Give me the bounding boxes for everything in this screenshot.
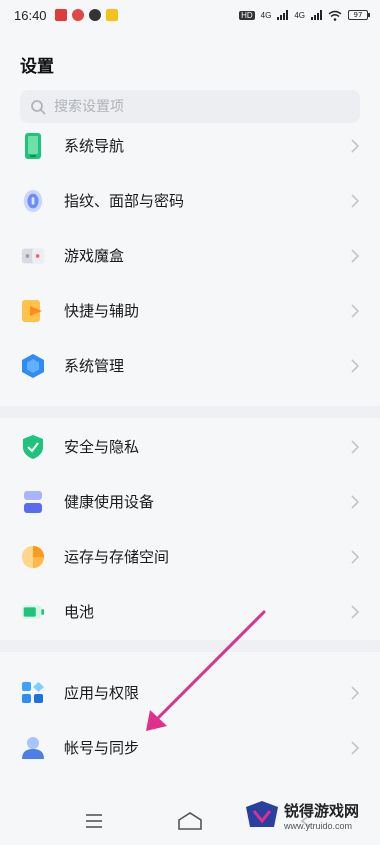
shield-icon xyxy=(21,434,45,459)
setting-label: 运存与存储空间 xyxy=(64,548,170,566)
setting-item-system[interactable]: 系统管理 xyxy=(0,338,380,393)
section-divider xyxy=(0,406,380,418)
network-4g-label-1: 4G xyxy=(260,10,272,20)
gamepad-icon xyxy=(21,244,45,268)
setting-label: 安全与隐私 xyxy=(64,438,140,456)
setting-label: 游戏魔盒 xyxy=(64,247,125,265)
status-right: HD 4G 4G 97 xyxy=(239,10,370,21)
app-icon xyxy=(71,9,84,21)
setting-label: 应用与权限 xyxy=(64,684,140,702)
setting-item-health[interactable]: 健康使用设备 xyxy=(0,474,380,529)
menu-icon[interactable] xyxy=(80,809,108,833)
signal-icon xyxy=(277,10,289,20)
search-input[interactable] xyxy=(54,98,344,115)
battery-indicator: 97 xyxy=(348,10,370,20)
battery-icon xyxy=(21,600,45,624)
setting-item-storage[interactable]: 运存与存储空间 xyxy=(0,529,380,584)
setting-label: 系统导航 xyxy=(64,137,125,155)
apps-grid-icon xyxy=(21,681,45,705)
page-title: 设置 xyxy=(20,57,54,77)
chevron-right-icon xyxy=(351,439,360,454)
signal-icon-2 xyxy=(311,10,322,20)
search-icon xyxy=(31,99,46,114)
chevron-right-icon xyxy=(351,248,360,263)
chevron-right-icon xyxy=(351,494,360,509)
setting-label: 健康使用设备 xyxy=(64,493,155,511)
watermark-url: www.ytruido.com xyxy=(284,820,353,831)
setting-item-apps[interactable]: 应用与权限 xyxy=(0,665,380,720)
chevron-right-icon xyxy=(351,685,360,700)
fingerprint-icon xyxy=(21,189,45,213)
hd-label: HD xyxy=(239,10,255,20)
compass-icon xyxy=(88,9,101,21)
status-time: 16:40 xyxy=(14,7,47,23)
chevron-right-icon xyxy=(351,303,360,318)
chevron-right-icon xyxy=(351,358,360,373)
setting-label: 电池 xyxy=(64,603,95,621)
person-icon xyxy=(21,736,45,760)
chevron-right-icon xyxy=(351,604,360,619)
setting-label: 帐号与同步 xyxy=(64,739,140,757)
home-icon[interactable] xyxy=(176,809,204,833)
setting-item-battery[interactable]: 电池 xyxy=(0,584,380,639)
watermark-logo-icon xyxy=(246,801,278,827)
setting-item-account[interactable]: 帐号与同步 xyxy=(0,720,380,775)
phone-nav-icon xyxy=(21,132,45,159)
section-divider xyxy=(0,640,380,652)
wifi-icon xyxy=(328,10,342,21)
setting-item-shortcut[interactable]: 快捷与辅助 xyxy=(0,283,380,338)
pie-icon xyxy=(21,545,45,569)
setting-label: 系统管理 xyxy=(64,357,125,375)
notification-icons xyxy=(54,9,118,21)
mail-icon xyxy=(54,9,67,21)
setting-label: 快捷与辅助 xyxy=(64,302,140,320)
watermark-title: 锐得游戏网 xyxy=(284,801,360,820)
network-4g-label-2: 4G xyxy=(294,10,305,20)
hexagon-icon xyxy=(21,353,45,378)
status-bar: 16:40 HD 4G 4G 97 xyxy=(0,0,380,30)
setting-item-security[interactable]: 安全与隐私 xyxy=(0,419,380,474)
chevron-right-icon xyxy=(351,549,360,564)
watermark: 锐得游戏网 www.ytruido.com xyxy=(244,791,374,839)
shortcut-icon xyxy=(21,299,45,323)
chevron-right-icon xyxy=(351,138,360,153)
chevron-right-icon xyxy=(351,193,360,208)
setting-label: 指纹、面部与密码 xyxy=(64,192,185,210)
chevron-right-icon xyxy=(351,740,360,755)
hourglass-icon xyxy=(21,490,45,514)
setting-item-nav[interactable]: 系统导航 xyxy=(0,118,380,173)
setting-item-game[interactable]: 游戏魔盒 xyxy=(0,228,380,283)
badge-icon xyxy=(105,9,118,21)
setting-item-fingerprint[interactable]: 指纹、面部与密码 xyxy=(0,173,380,228)
